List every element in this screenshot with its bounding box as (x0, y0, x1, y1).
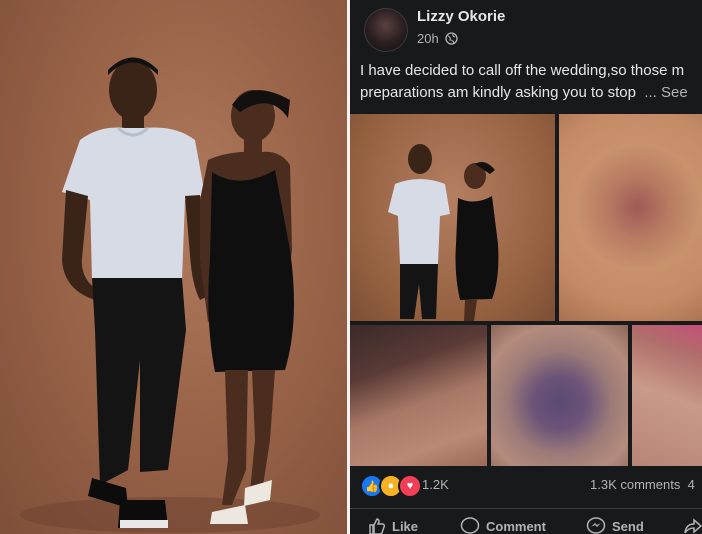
globe-icon (445, 32, 458, 45)
send-label: Send (612, 518, 644, 534)
like-label: Like (392, 518, 419, 534)
messenger-icon (586, 517, 606, 534)
share-count-partial: 4 (687, 477, 695, 492)
love-icon: ♥ (398, 474, 422, 498)
post-text: I have decided to call off the wedding,s… (360, 60, 702, 104)
post-image-bruise-1[interactable] (559, 114, 702, 321)
send-button[interactable]: Send (586, 517, 644, 534)
like-button[interactable]: Like (368, 517, 418, 534)
post-meta: 20h (417, 31, 458, 46)
post-image-bruise-3[interactable] (491, 325, 628, 466)
post-image-couple[interactable] (350, 114, 555, 321)
reaction-icons[interactable]: 👍 ● ♥ (360, 474, 422, 498)
post-time[interactable]: 20h (417, 31, 439, 46)
see-more-link[interactable]: ... See (644, 84, 687, 101)
facebook-post: Lizzy Okorie 20h I have decided to call … (350, 0, 702, 534)
comment-count-text: 1.3K comments (590, 477, 681, 492)
reaction-count[interactable]: 1.2K (422, 477, 449, 492)
post-text-line-2: preparations am kindly asking you to sto… (360, 82, 702, 104)
reactions-bar: 👍 ● ♥ 1.2K 1.3K comments 4 (350, 472, 702, 498)
couple-photo[interactable] (0, 0, 347, 534)
thumbs-up-icon (369, 518, 386, 534)
action-bar: Like Comment Send (350, 508, 702, 534)
author-name[interactable]: Lizzy Okorie (417, 8, 505, 25)
share-button[interactable] (684, 517, 702, 534)
author-avatar[interactable] (364, 8, 408, 52)
post-image-bruise-4[interactable] (632, 325, 702, 466)
couple-illustration (20, 57, 320, 533)
comment-label: Comment (486, 518, 546, 534)
post-text-line-1: I have decided to call off the wedding,s… (360, 62, 685, 79)
post-image-grid (350, 114, 702, 466)
share-icon (684, 518, 702, 534)
comment-icon (460, 517, 480, 534)
post-header: Lizzy Okorie 20h (350, 0, 702, 56)
comment-count[interactable]: 1.3K comments 4 (590, 477, 695, 492)
post-image-bruise-2[interactable] (350, 325, 487, 466)
comment-button[interactable]: Comment (460, 517, 546, 534)
post-text-line-2-content: preparations am kindly asking you to sto… (360, 84, 636, 101)
